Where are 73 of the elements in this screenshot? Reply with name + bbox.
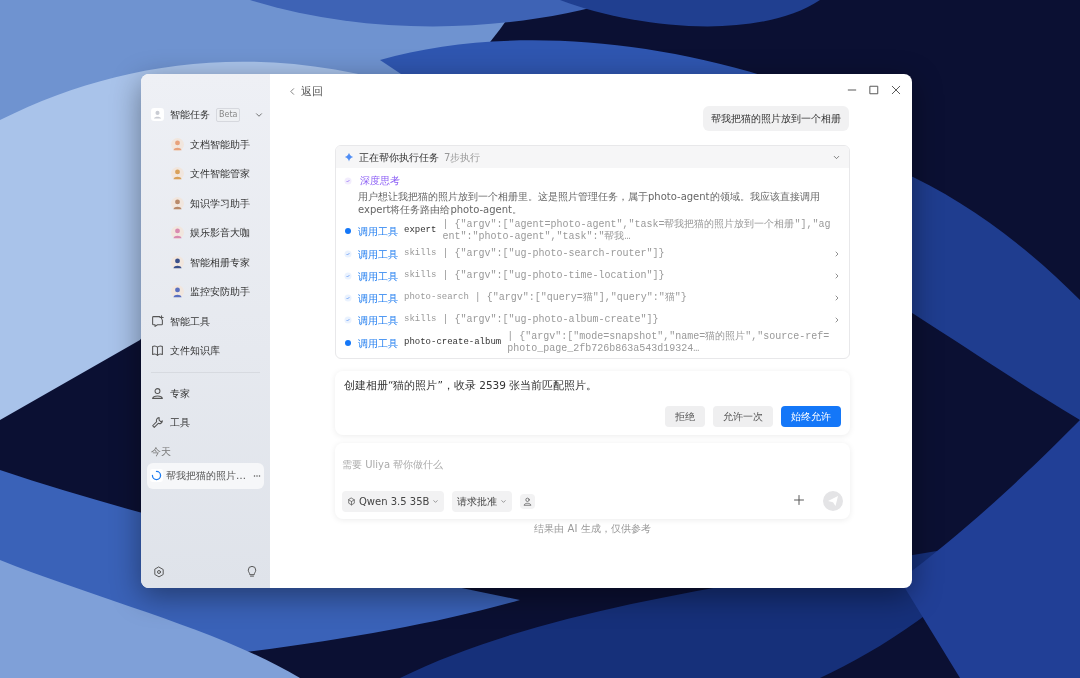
sidebar-item[interactable]: 文档智能助手 xyxy=(147,129,264,159)
approval-button[interactable]: 允许一次 xyxy=(713,405,773,427)
avatar-icon xyxy=(171,255,184,269)
tool-name: expert xyxy=(404,224,437,238)
model-selector[interactable]: Qwen 3.5 35B xyxy=(342,490,445,512)
sidebar-item[interactable]: 专家 xyxy=(147,378,264,408)
step-label: 调用工具 xyxy=(358,247,398,262)
chevron-down-icon xyxy=(500,497,508,505)
avatar-icon xyxy=(171,196,184,210)
sparkle-icon xyxy=(344,152,354,162)
tool-args: | {"argv":["ug-photo-time-location"]} xyxy=(442,270,665,282)
tool-args: | {"argv":["ug-photo-album-create"]} xyxy=(442,314,659,326)
cube-icon xyxy=(347,496,356,506)
tool-name: skills xyxy=(404,313,437,327)
tool-name: skills xyxy=(404,269,437,283)
spinner-icon xyxy=(150,469,163,482)
mode-selector[interactable]: 请求批准 xyxy=(452,490,513,512)
person-icon xyxy=(151,386,164,400)
step-label: 调用工具 xyxy=(358,313,398,328)
status-dot-icon xyxy=(344,227,352,235)
avatar-icon xyxy=(171,167,184,181)
step-count: 7步执行 xyxy=(444,150,481,165)
avatar-icon xyxy=(171,137,184,151)
check-icon xyxy=(344,272,352,280)
task-title: 正在帮你执行任务 xyxy=(359,150,439,165)
thought-text: 用户想让我把猫的照片放到一个相册里。这是照片管理任务，属于photo-agent的领域。我应该直接调用expert将任务路由给photo-agent。 xyxy=(357,190,821,216)
step-label: 调用工具 xyxy=(358,269,398,284)
user-message: 帮我把猫的照片放到一个相册 xyxy=(703,106,849,131)
tool-name: photo-search xyxy=(404,291,469,305)
wrench-icon xyxy=(151,416,164,430)
check-icon xyxy=(344,250,352,258)
approval-button[interactable]: 拒绝 xyxy=(665,405,705,427)
sidebar-item[interactable]: 文件智能管家 xyxy=(147,159,264,189)
tool-args: | {"argv":["mode=snapshot","name=猫的照片","source-ref=photo_page_2fb726b863a543d19324… xyxy=(507,331,831,355)
beta-badge: Beta xyxy=(216,107,241,122)
tool-args: | {"argv":["ug-photo-search-router"]} xyxy=(442,248,665,260)
section-title[interactable]: 智能任务 xyxy=(170,107,210,123)
section-label: 今天 xyxy=(150,444,172,459)
chevron-down-icon xyxy=(432,497,440,505)
lightbulb-icon xyxy=(246,566,258,578)
check-icon xyxy=(344,294,352,302)
avatar-icon xyxy=(151,108,164,122)
sidebar-item[interactable]: 知识学习助手 xyxy=(147,188,264,218)
check-icon xyxy=(344,316,352,324)
sidebar-item[interactable]: 智能相册专家 xyxy=(147,247,264,277)
avatar-icon xyxy=(171,226,184,240)
step-label: 调用工具 xyxy=(358,336,398,351)
history-item[interactable]: 帮我把猫的照片… xyxy=(147,462,264,489)
thinking-label: 深度思考 xyxy=(360,174,400,188)
disclaimer: 结果由 AI 生成，仅供参考 xyxy=(533,521,652,536)
sidebar-item[interactable]: 娱乐影音大咖 xyxy=(147,218,264,248)
check-icon xyxy=(344,176,352,185)
approval-button[interactable]: 始终允许 xyxy=(781,405,841,427)
approval-text: 创建相册“猫的照片”，收录 2539 张当前匹配照片。 xyxy=(344,378,599,393)
chat-plus-icon xyxy=(151,314,164,328)
sidebar-item[interactable]: 智能工具 xyxy=(147,306,264,336)
tool-args: | {"argv":["query=猫"],"query":"猫"} xyxy=(474,292,687,304)
status-dot-icon xyxy=(344,339,352,347)
chevron-left-icon xyxy=(288,87,297,97)
person-button[interactable] xyxy=(520,493,536,509)
step-label: 调用工具 xyxy=(358,224,398,239)
maximize-icon xyxy=(868,84,880,96)
sidebar-item[interactable]: 工具 xyxy=(147,408,264,438)
close-icon xyxy=(890,84,902,96)
tool-name: skills xyxy=(404,247,437,261)
sidebar-item[interactable]: 文件知识库 xyxy=(147,336,264,366)
avatar-icon xyxy=(171,285,184,299)
back-button[interactable]: 返回 xyxy=(288,84,323,100)
settings-icon xyxy=(153,566,165,578)
sidebar-item[interactable]: 监控安防助手 xyxy=(147,277,264,307)
tool-name: photo-create-album xyxy=(404,336,502,350)
book-icon xyxy=(151,344,164,358)
step-label: 调用工具 xyxy=(358,291,398,306)
